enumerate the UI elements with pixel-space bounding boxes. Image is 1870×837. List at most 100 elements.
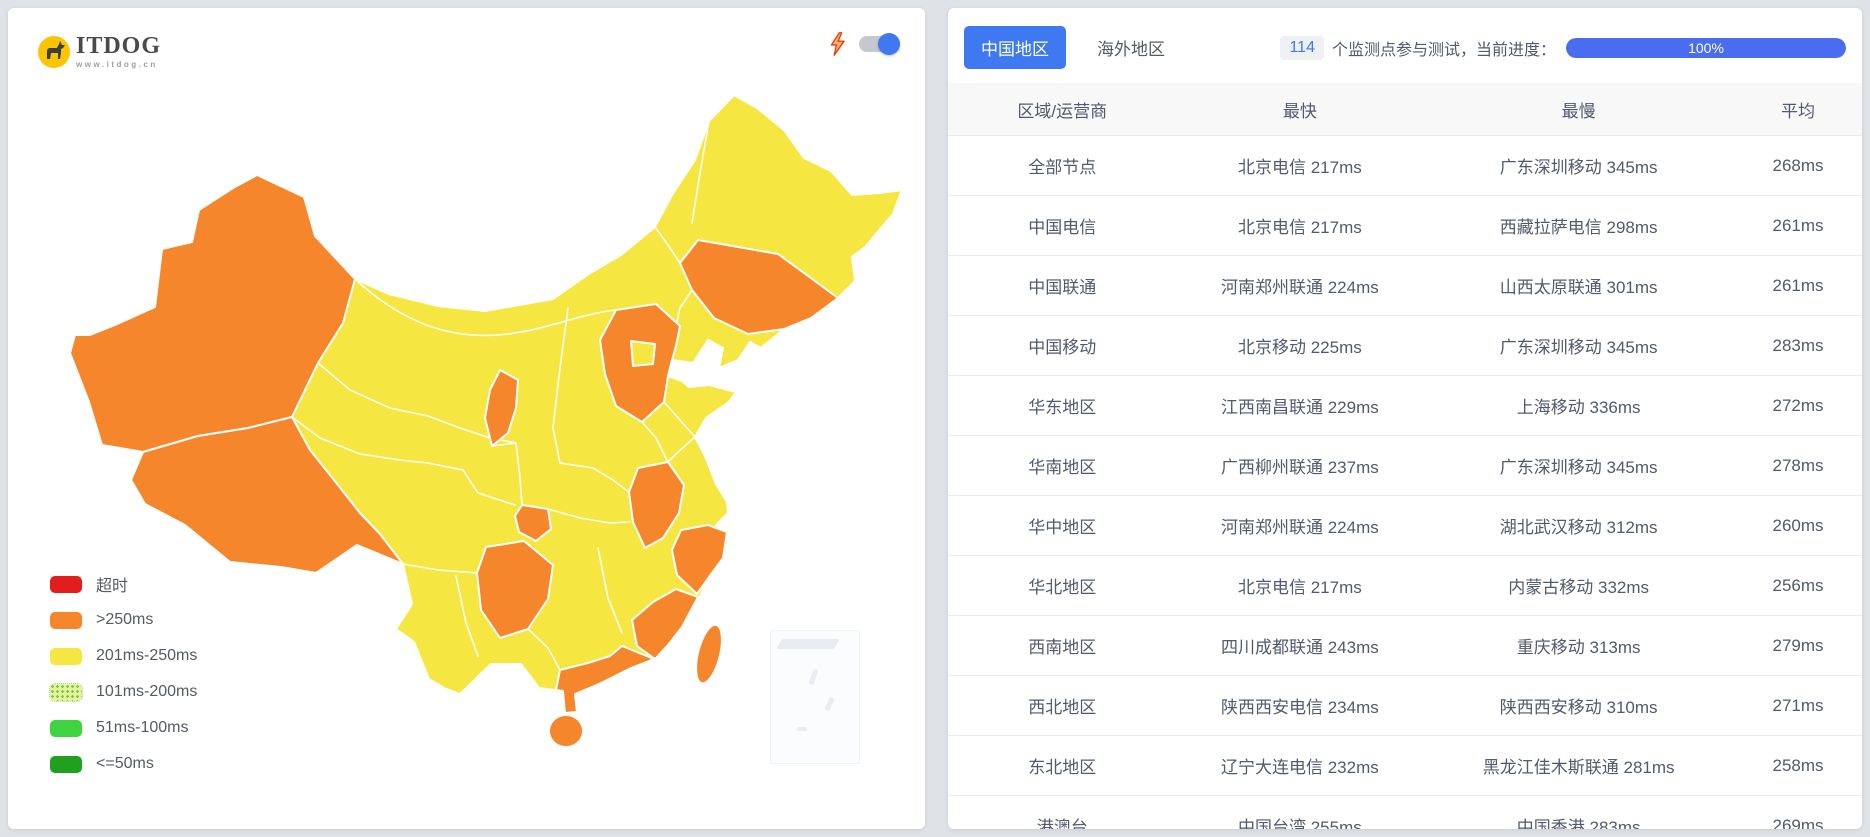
legend-swatch — [50, 755, 82, 773]
table-cell: 广东深圳移动 345ms — [1423, 315, 1735, 376]
legend-label: 101ms-200ms — [96, 683, 198, 700]
table-row: 西南地区 四川成都联通 243ms 重庆移动 313ms 279ms — [948, 615, 1862, 676]
progress-fill: 100% — [1566, 37, 1846, 58]
table-cell: 华中地区 — [948, 495, 1177, 556]
table-cell: 西南地区 — [948, 615, 1177, 676]
table-cell: 西藏拉萨电信 298ms — [1423, 195, 1735, 256]
legend-item: >250ms — [50, 610, 197, 630]
table-cell: 260ms — [1734, 495, 1862, 556]
table-cell: 北京电信 217ms — [1176, 555, 1424, 616]
tab-china-region[interactable]: 中国地区 — [964, 26, 1066, 69]
legend-swatch — [50, 719, 82, 737]
table-cell: 西北地区 — [948, 675, 1177, 736]
table-cell: 湖北武汉移动 312ms — [1423, 495, 1735, 556]
legend-label: 201ms-250ms — [96, 647, 198, 664]
table-cell: 中国电信 — [948, 195, 1177, 256]
itdog-logo[interactable]: ITDOG www.itdog.cn — [38, 34, 161, 69]
table-cell: 272ms — [1734, 375, 1862, 436]
tab-overseas-region[interactable]: 海外地区 — [1080, 26, 1182, 69]
table-row: 中国移动 北京移动 225ms 广东深圳移动 345ms 283ms — [948, 315, 1862, 376]
table-cell: 261ms — [1734, 255, 1862, 316]
legend-label: 超时 — [96, 578, 129, 595]
table-cell: 华东地区 — [948, 375, 1177, 436]
table-cell: 河南郑州联通 224ms — [1176, 255, 1424, 316]
results-panel: 中国地区 海外地区 114 个监测点参与测试，当前进度： 100% 区域/运营商… — [948, 8, 1862, 829]
table-cell: 陕西西安电信 234ms — [1176, 675, 1424, 736]
table-cell: 重庆移动 313ms — [1423, 615, 1735, 676]
table-cell: 278ms — [1734, 435, 1862, 496]
column-header: 最快 — [1176, 83, 1424, 136]
table-cell: 华北地区 — [948, 555, 1177, 616]
column-header: 最慢 — [1423, 83, 1735, 136]
table-row: 西北地区 陕西西安电信 234ms 陕西西安移动 310ms 271ms — [948, 675, 1862, 736]
table-row: 华北地区 北京电信 217ms 内蒙古移动 332ms 256ms — [948, 555, 1862, 616]
table-cell: 广西柳州联通 237ms — [1176, 435, 1424, 496]
legend-swatch — [50, 575, 82, 593]
latency-table: 区域/运营商 最快 最慢 平均 全部节点 北京电信 217ms 广东深圳移动 345ms 2… — [948, 83, 1862, 829]
table-cell: 陕西西安移动 310ms — [1423, 675, 1735, 736]
table-cell: 辽宁大连电信 232ms — [1176, 735, 1424, 796]
monitor-count-badge: 114 — [1280, 35, 1324, 60]
table-cell: 黑龙江佳木斯联通 281ms — [1423, 735, 1735, 796]
table-row: 全部节点 北京电信 217ms 广东深圳移动 345ms 268ms — [948, 135, 1862, 196]
south-china-sea-inset — [770, 630, 860, 764]
results-toolbar: 中国地区 海外地区 114 个监测点参与测试，当前进度： 100% — [948, 8, 1862, 83]
table-row: 中国电信 北京电信 217ms 西藏拉萨电信 298ms 261ms — [948, 195, 1862, 256]
table-cell: 全部节点 — [948, 135, 1177, 196]
table-cell: 283ms — [1734, 315, 1862, 376]
table-cell: 北京电信 217ms — [1176, 195, 1424, 256]
map-display-toggle[interactable] — [859, 33, 900, 55]
table-cell: 256ms — [1734, 555, 1862, 616]
brand-url: www.itdog.cn — [76, 60, 158, 69]
table-cell: 内蒙古移动 332ms — [1423, 555, 1735, 616]
table-cell: 四川成都联通 243ms — [1176, 615, 1424, 676]
table-cell: 广东深圳移动 345ms — [1423, 135, 1735, 196]
table-row: 港澳台 中国台湾 255ms 中国香港 283ms 269ms — [948, 795, 1862, 829]
legend-item: 51ms-100ms — [50, 718, 197, 738]
table-row: 东北地区 辽宁大连电信 232ms 黑龙江佳木斯联通 281ms 258ms — [948, 735, 1862, 796]
table-cell: 华南地区 — [948, 435, 1177, 496]
column-header: 区域/运营商 — [948, 83, 1177, 136]
table-cell: 269ms — [1734, 795, 1862, 829]
brand-name: ITDOG — [76, 33, 162, 59]
province-taiwan — [695, 623, 723, 685]
legend-swatch — [49, 682, 83, 702]
table-row: 华南地区 广西柳州联通 237ms 广东深圳移动 345ms 278ms — [948, 435, 1862, 496]
table-row: 中国联通 河南郑州联通 224ms 山西太原联通 301ms 261ms — [948, 255, 1862, 316]
table-cell: 261ms — [1734, 195, 1862, 256]
lightning-icon[interactable] — [830, 32, 845, 56]
table-cell: 中国台湾 255ms — [1176, 795, 1424, 829]
legend-swatch — [50, 611, 82, 629]
table-row: 华中地区 河南郑州联通 224ms 湖北武汉移动 312ms 260ms — [948, 495, 1862, 556]
table-cell: 中国联通 — [948, 255, 1177, 316]
dog-icon — [38, 35, 70, 68]
legend-label: >250ms — [96, 611, 154, 628]
monitor-text: 个监测点参与测试，当前进度： — [1331, 41, 1556, 59]
map-panel: ITDOG www.itdog.cn 超时 >250ms 201ms-250ms 10… — [8, 8, 925, 829]
table-cell: 279ms — [1734, 615, 1862, 676]
table-cell: 268ms — [1734, 135, 1862, 196]
province-hainan — [548, 714, 584, 748]
table-cell: 江西南昌联通 229ms — [1176, 375, 1424, 436]
legend-item: 201ms-250ms — [50, 646, 197, 666]
table-cell: 山西太原联通 301ms — [1423, 255, 1735, 316]
legend-item: 超时 — [50, 574, 197, 595]
table-cell: 东北地区 — [948, 735, 1177, 796]
table-header-row: 区域/运营商 最快 最慢 平均 — [948, 83, 1862, 136]
table-cell: 上海移动 336ms — [1423, 375, 1735, 436]
progress-bar: 100% — [1566, 37, 1846, 58]
table-cell: 港澳台 — [948, 795, 1177, 829]
column-header: 平均 — [1734, 83, 1862, 136]
table-cell: 广东深圳移动 345ms — [1423, 435, 1735, 496]
table-cell: 河南郑州联通 224ms — [1176, 495, 1424, 556]
table-cell: 北京电信 217ms — [1176, 135, 1424, 196]
legend-label: 51ms-100ms — [96, 719, 189, 736]
table-cell: 北京移动 225ms — [1176, 315, 1424, 376]
table-cell: 258ms — [1734, 735, 1862, 796]
monitor-info: 114 个监测点参与测试，当前进度： 100% — [1280, 35, 1846, 60]
table-cell: 271ms — [1734, 675, 1862, 736]
table-row: 华东地区 江西南昌联通 229ms 上海移动 336ms 272ms — [948, 375, 1862, 436]
table-cell: 中国香港 283ms — [1423, 795, 1735, 829]
legend-swatch — [50, 647, 82, 665]
legend-item: <=50ms — [50, 754, 197, 774]
